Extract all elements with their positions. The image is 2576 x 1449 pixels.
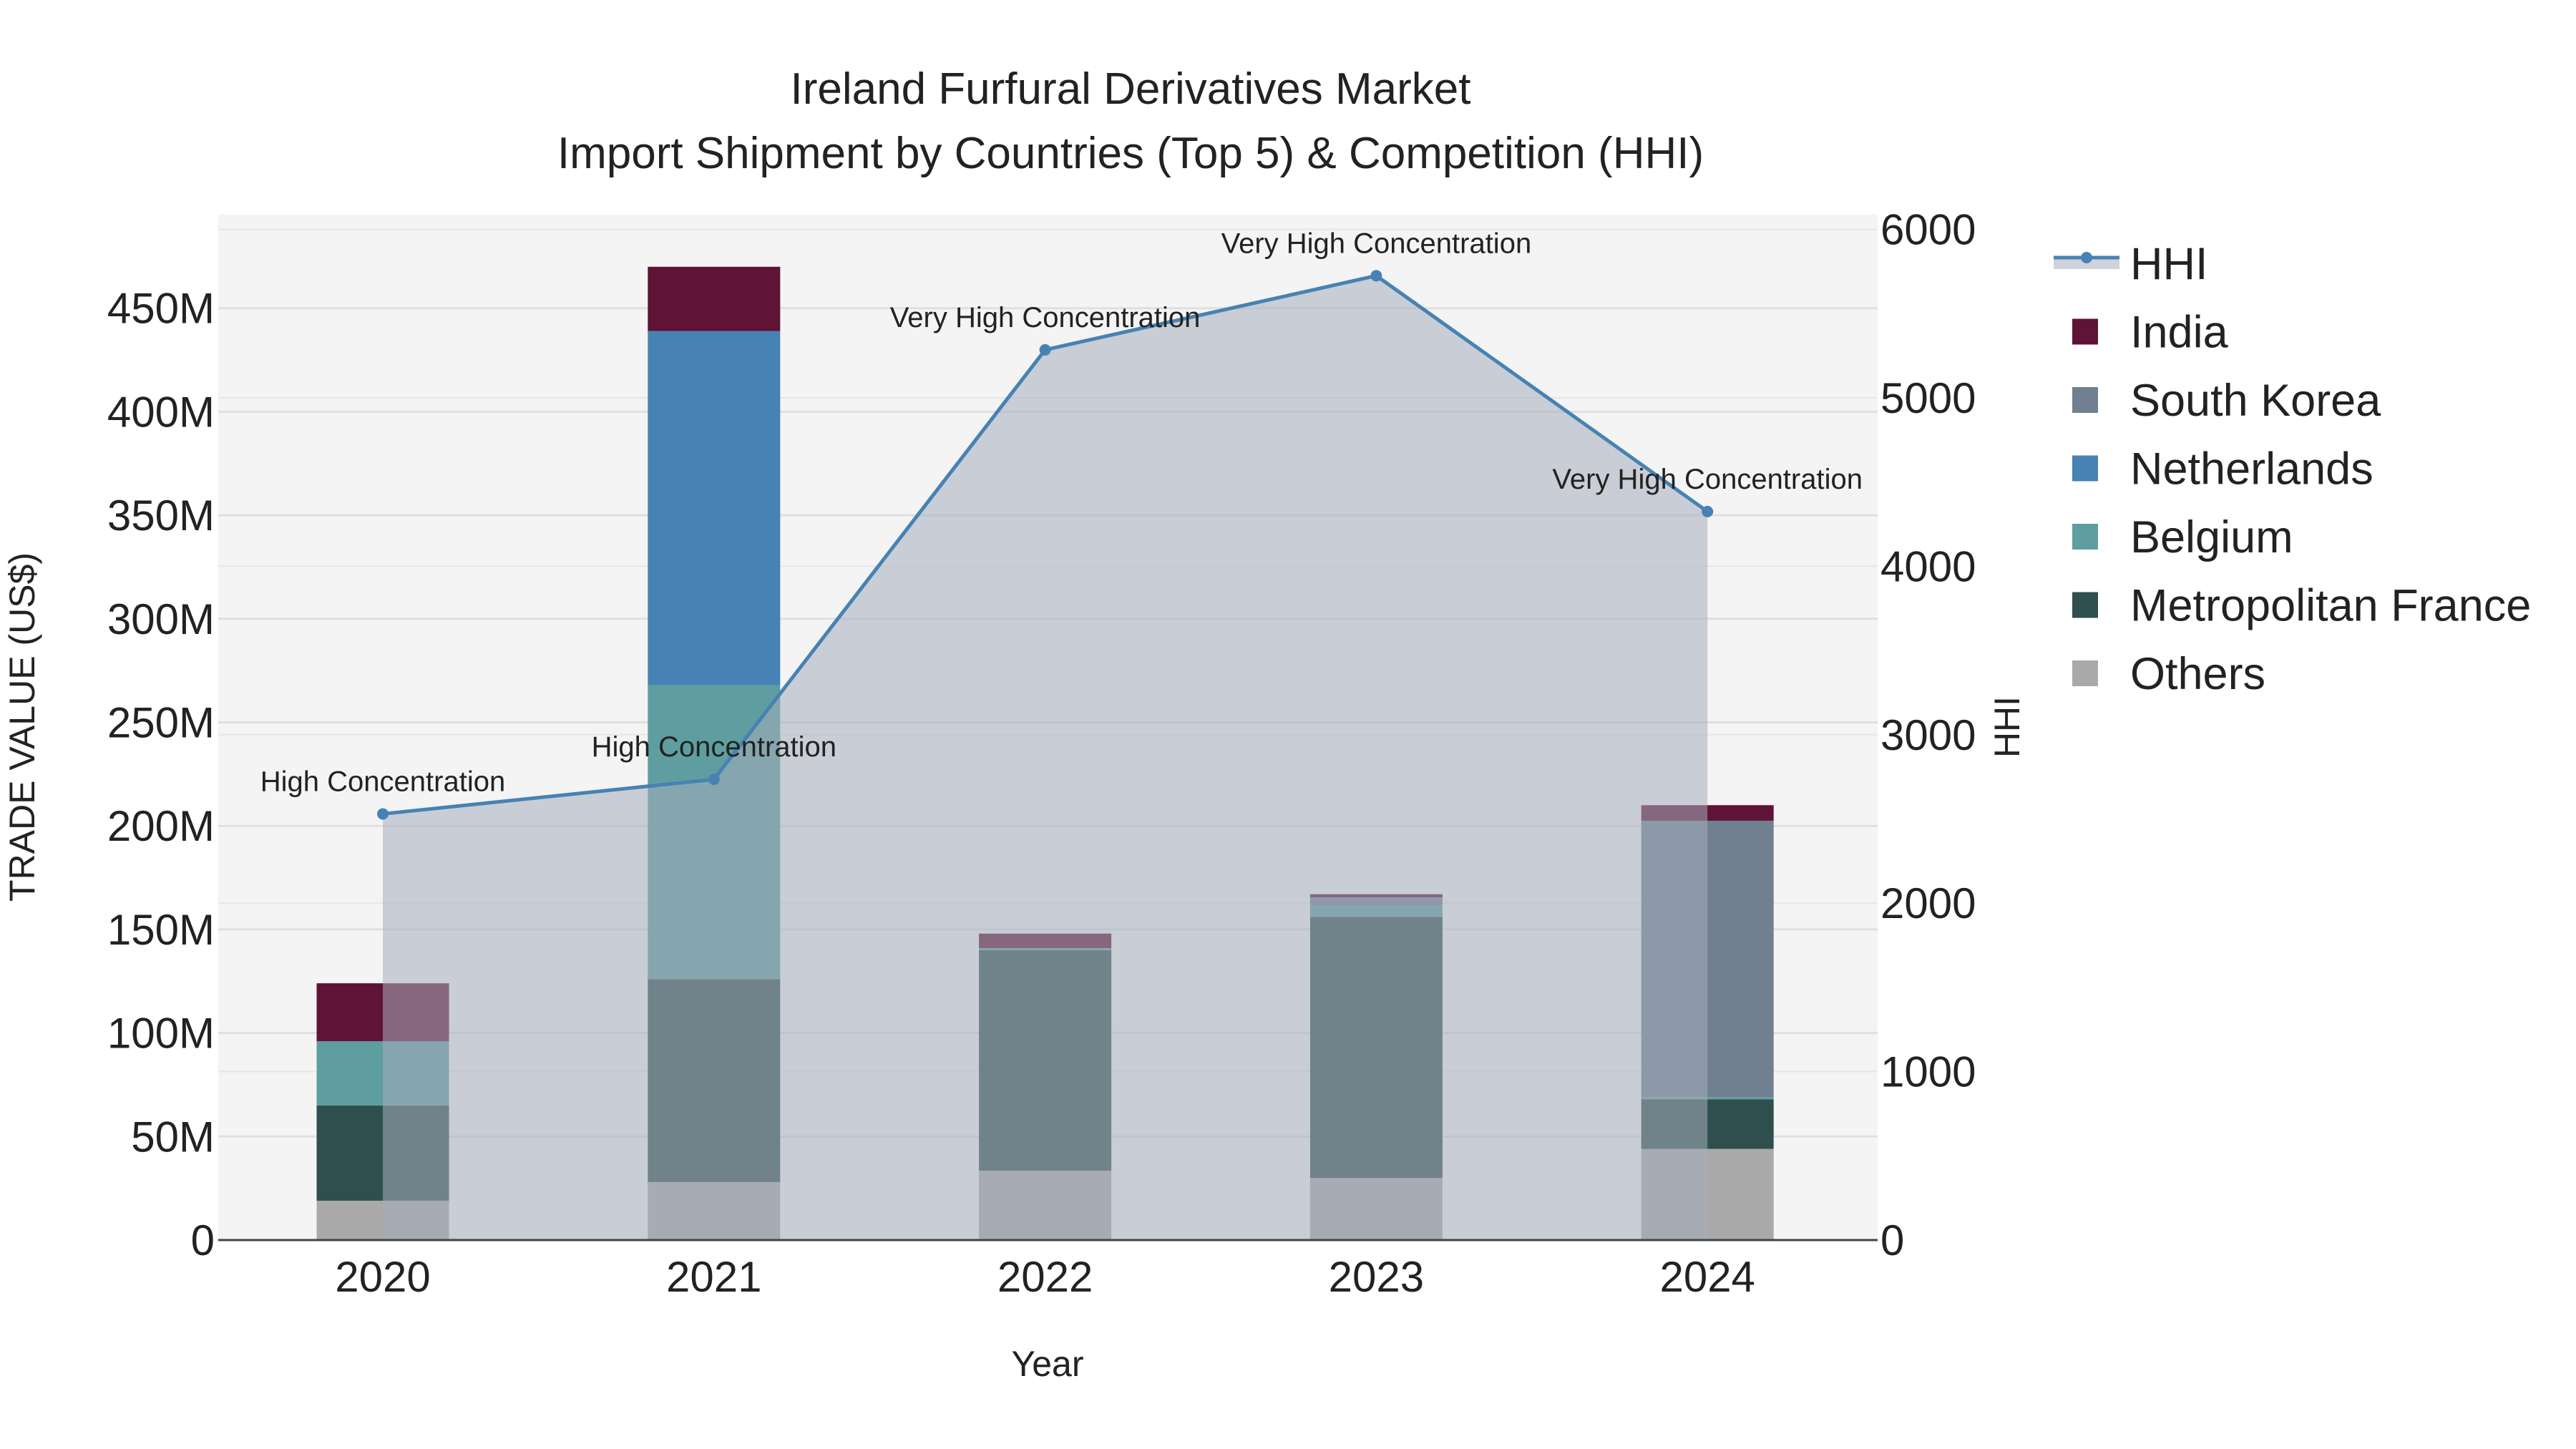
y2-tick-label: 1000 — [1880, 1048, 1976, 1096]
legend-swatch-belgium — [2072, 524, 2098, 550]
chart-title-line2: Import Shipment by Countries (Top 5) & C… — [557, 129, 1704, 178]
x-axis-label: Year — [1011, 1344, 1083, 1384]
y-tick-label: 250M — [107, 699, 215, 747]
hhi-point — [377, 808, 389, 820]
y-tick-label: 450M — [107, 285, 215, 333]
legend-label: Metropolitan France — [2130, 581, 2531, 631]
hhi-annotation: Very High Concentration — [1552, 464, 1863, 495]
x-tick-label: 2020 — [335, 1253, 430, 1301]
hhi-annotation: Very High Concentration — [1221, 228, 1532, 259]
y-tick-label: 150M — [107, 906, 215, 954]
x-tick-label: 2023 — [1329, 1253, 1424, 1301]
legend-label: Belgium — [2130, 512, 2293, 562]
hhi-annotation: High Concentration — [592, 731, 836, 763]
y-tick-label: 400M — [107, 388, 215, 436]
y2-tick-label: 5000 — [1880, 374, 1976, 422]
chart: High Concentration High Concentration Very… — [2, 64, 2531, 1384]
chart-title-line1: Ireland Furfural Derivatives Market — [791, 64, 1471, 114]
bar-india — [648, 266, 781, 331]
legend-swatch-south-korea — [2072, 387, 2098, 413]
hhi-point — [708, 774, 720, 786]
y-tick-label: 0 — [191, 1216, 215, 1264]
y2-axis-label: HHI — [1987, 696, 2027, 758]
legend-label: South Korea — [2130, 376, 2381, 426]
y-tick-label: 350M — [107, 492, 215, 540]
hhi-point — [1039, 343, 1051, 356]
y-tick-label: 300M — [107, 595, 215, 643]
y2-tick-label: 0 — [1880, 1216, 1904, 1264]
y-tick-label: 50M — [131, 1113, 215, 1161]
y-tick-label: 100M — [107, 1010, 215, 1058]
hhi-point — [1702, 505, 1714, 517]
hhi-annotation: Very High Concentration — [890, 302, 1201, 333]
x-tick-label: 2022 — [997, 1253, 1093, 1301]
y2-tick-label: 4000 — [1880, 542, 1976, 590]
legend-label: HHI — [2130, 239, 2208, 289]
x-tick-label: 2021 — [666, 1253, 761, 1301]
legend-hhi-marker — [2081, 252, 2092, 263]
y2-tick-label: 3000 — [1880, 711, 1976, 759]
legend-label: India — [2130, 308, 2229, 358]
legend-label: Netherlands — [2130, 444, 2373, 494]
hhi-annotation: High Concentration — [260, 766, 505, 797]
x-tick-label: 2024 — [1659, 1253, 1755, 1301]
bar-netherlands — [648, 331, 781, 686]
hhi-point — [1370, 270, 1382, 282]
y2-tick-label: 6000 — [1880, 206, 1976, 254]
y-axis-label: TRADE VALUE (US$) — [2, 552, 42, 902]
legend: HHI India South Korea Netherlands Belgium Met… — [2054, 239, 2531, 699]
legend-swatch-others — [2072, 660, 2098, 686]
legend-label: Others — [2130, 649, 2265, 699]
y2-tick-label: 2000 — [1880, 879, 1976, 927]
legend-swatch-netherlands — [2072, 455, 2098, 482]
legend-swatch-india — [2072, 318, 2098, 345]
y-tick-label: 200M — [107, 802, 215, 850]
legend-swatch-metropolitan-france — [2072, 592, 2098, 618]
